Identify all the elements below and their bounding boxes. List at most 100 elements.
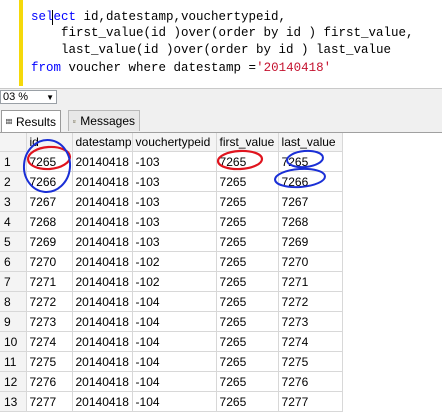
- table-cell-id[interactable]: 7271: [26, 271, 73, 292]
- table-cell-last-value[interactable]: 7270: [278, 251, 343, 272]
- table-cell-first-value[interactable]: 7265: [216, 251, 279, 272]
- table-cell-first-value[interactable]: 7265: [216, 371, 279, 392]
- table-cell-datestamp[interactable]: 20140418: [72, 171, 133, 192]
- table-row[interactable]: 7 7271 20140418 -102 7265 7271: [0, 271, 343, 292]
- table-cell-vouchertypeid[interactable]: -103: [132, 171, 217, 192]
- table-cell-first-value[interactable]: 7265: [216, 191, 279, 212]
- table-cell-last-value[interactable]: 7271: [278, 271, 343, 292]
- column-header-id[interactable]: id: [26, 133, 73, 152]
- row-number-cell[interactable]: 9: [0, 311, 27, 332]
- table-cell-datestamp[interactable]: 20140418: [72, 191, 133, 212]
- table-cell-id[interactable]: 7276: [26, 371, 73, 392]
- table-cell-datestamp[interactable]: 20140418: [72, 151, 133, 172]
- table-cell-first-value[interactable]: 7265: [216, 351, 279, 372]
- table-cell-last-value[interactable]: 7265: [278, 151, 343, 172]
- table-cell-first-value[interactable]: 7265: [216, 291, 279, 312]
- table-cell-vouchertypeid[interactable]: -104: [132, 331, 217, 352]
- column-header-first-value[interactable]: first_value: [216, 133, 279, 152]
- table-cell-first-value[interactable]: 7265: [216, 311, 279, 332]
- column-header-last-value[interactable]: last_value: [278, 133, 343, 152]
- column-header-datestamp[interactable]: datestamp: [72, 133, 133, 152]
- table-cell-vouchertypeid[interactable]: -104: [132, 291, 217, 312]
- table-row[interactable]: 4 7268 20140418 -103 7265 7268: [0, 211, 343, 232]
- row-number-cell[interactable]: 12: [0, 371, 27, 392]
- table-cell-vouchertypeid[interactable]: -104: [132, 391, 217, 412]
- table-cell-first-value[interactable]: 7265: [216, 271, 279, 292]
- table-cell-vouchertypeid[interactable]: -102: [132, 271, 217, 292]
- table-cell-datestamp[interactable]: 20140418: [72, 331, 133, 352]
- table-cell-last-value[interactable]: 7277: [278, 391, 343, 412]
- table-cell-last-value[interactable]: 7268: [278, 211, 343, 232]
- row-number-cell[interactable]: 2: [0, 171, 27, 192]
- table-cell-id[interactable]: 7270: [26, 251, 73, 272]
- table-row[interactable]: 3 7267 20140418 -103 7265 7267: [0, 191, 343, 212]
- table-cell-datestamp[interactable]: 20140418: [72, 291, 133, 312]
- row-number-cell[interactable]: 1: [0, 151, 27, 172]
- table-cell-datestamp[interactable]: 20140418: [72, 311, 133, 332]
- table-cell-last-value[interactable]: 7272: [278, 291, 343, 312]
- table-row[interactable]: 12 7276 20140418 -104 7265 7276: [0, 371, 343, 392]
- table-cell-last-value[interactable]: 7275: [278, 351, 343, 372]
- table-cell-id[interactable]: 7269: [26, 231, 73, 252]
- table-row[interactable]: 8 7272 20140418 -104 7265 7272: [0, 291, 343, 312]
- table-cell-datestamp[interactable]: 20140418: [72, 251, 133, 272]
- row-number-cell[interactable]: 4: [0, 211, 27, 232]
- table-cell-vouchertypeid[interactable]: -103: [132, 211, 217, 232]
- zoom-dropdown[interactable]: 03 % ▼: [0, 90, 57, 104]
- table-cell-id[interactable]: 7277: [26, 391, 73, 412]
- table-cell-last-value[interactable]: 7276: [278, 371, 343, 392]
- column-header-vouchertypeid[interactable]: vouchertypeid: [132, 133, 217, 152]
- table-cell-first-value[interactable]: 7265: [216, 391, 279, 412]
- table-row[interactable]: 9 7273 20140418 -104 7265 7273: [0, 311, 343, 332]
- table-cell-vouchertypeid[interactable]: -103: [132, 151, 217, 172]
- table-cell-datestamp[interactable]: 20140418: [72, 211, 133, 232]
- row-number-cell[interactable]: 5: [0, 231, 27, 252]
- row-number-cell[interactable]: 10: [0, 331, 27, 352]
- table-cell-id[interactable]: 7265: [26, 151, 73, 172]
- table-cell-datestamp[interactable]: 20140418: [72, 231, 133, 252]
- table-cell-vouchertypeid[interactable]: -103: [132, 231, 217, 252]
- table-row[interactable]: 1 7265 20140418 -103 7265 7265: [0, 151, 343, 172]
- table-cell-first-value[interactable]: 7265: [216, 211, 279, 232]
- table-cell-datestamp[interactable]: 20140418: [72, 391, 133, 412]
- tab-results[interactable]: Results: [1, 110, 61, 132]
- table-cell-last-value[interactable]: 7274: [278, 331, 343, 352]
- table-cell-datestamp[interactable]: 20140418: [72, 351, 133, 372]
- table-cell-vouchertypeid[interactable]: -104: [132, 371, 217, 392]
- table-cell-vouchertypeid[interactable]: -102: [132, 251, 217, 272]
- table-cell-first-value[interactable]: 7265: [216, 231, 279, 252]
- table-cell-id[interactable]: 7272: [26, 291, 73, 312]
- table-row[interactable]: 2 7266 20140418 -103 7265 7266: [0, 171, 343, 192]
- row-number-cell[interactable]: 7: [0, 271, 27, 292]
- table-cell-vouchertypeid[interactable]: -104: [132, 311, 217, 332]
- table-row[interactable]: 10 7274 20140418 -104 7265 7274: [0, 331, 343, 352]
- table-cell-first-value[interactable]: 7265: [216, 171, 279, 192]
- table-cell-last-value[interactable]: 7269: [278, 231, 343, 252]
- tab-messages[interactable]: Messages: [68, 110, 140, 131]
- row-number-cell[interactable]: 3: [0, 191, 27, 212]
- table-cell-vouchertypeid[interactable]: -104: [132, 351, 217, 372]
- table-cell-id[interactable]: 7274: [26, 331, 73, 352]
- table-cell-last-value[interactable]: 7273: [278, 311, 343, 332]
- table-cell-last-value[interactable]: 7266: [278, 171, 343, 192]
- table-cell-vouchertypeid[interactable]: -103: [132, 191, 217, 212]
- table-row[interactable]: 5 7269 20140418 -103 7265 7269: [0, 231, 343, 252]
- table-cell-last-value[interactable]: 7267: [278, 191, 343, 212]
- table-row[interactable]: 13 7277 20140418 -104 7265 7277: [0, 391, 343, 412]
- table-cell-datestamp[interactable]: 20140418: [72, 271, 133, 292]
- row-number-cell[interactable]: 6: [0, 251, 27, 272]
- table-cell-id[interactable]: 7266: [26, 171, 73, 192]
- table-cell-datestamp[interactable]: 20140418: [72, 371, 133, 392]
- table-cell-first-value[interactable]: 7265: [216, 151, 279, 172]
- table-cell-id[interactable]: 7267: [26, 191, 73, 212]
- row-number-cell[interactable]: 11: [0, 351, 27, 372]
- row-number-cell[interactable]: 8: [0, 291, 27, 312]
- table-row[interactable]: 11 7275 20140418 -104 7265 7275: [0, 351, 343, 372]
- table-cell-id[interactable]: 7275: [26, 351, 73, 372]
- table-cell-id[interactable]: 7273: [26, 311, 73, 332]
- table-row[interactable]: 6 7270 20140418 -102 7265 7270: [0, 251, 343, 272]
- sql-editor[interactable]: select id,datestamp,vouchertypeid, first…: [0, 0, 442, 88]
- table-cell-id[interactable]: 7268: [26, 211, 73, 232]
- table-cell-first-value[interactable]: 7265: [216, 331, 279, 352]
- results-grid[interactable]: id datestamp vouchertypeid first_value l…: [0, 133, 442, 415]
